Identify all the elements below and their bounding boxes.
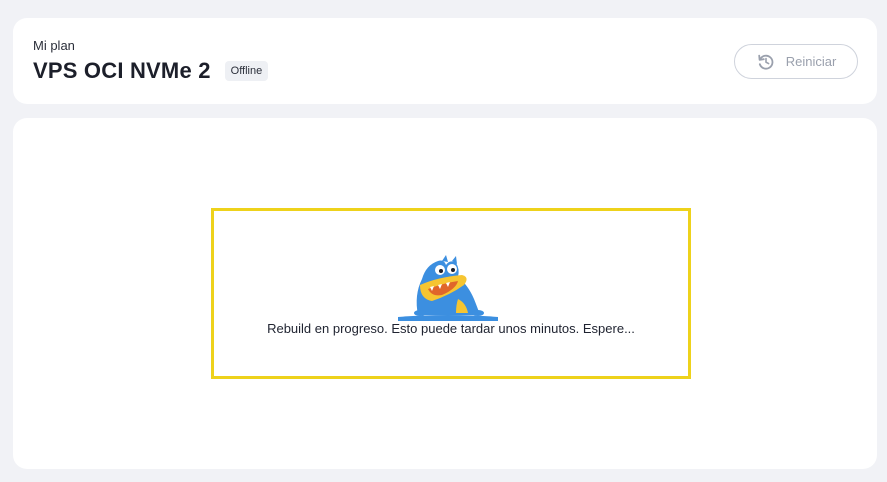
restart-label: Reiniciar <box>785 54 837 69</box>
main-content-card: Rebuild en progreso. Esto puede tardar u… <box>13 118 877 469</box>
plan-header-card: Mi plan VPS OCI NVMe 2 Offline Reiniciar <box>13 18 877 104</box>
gator-mascot-icon <box>398 255 498 321</box>
status-badge: Offline <box>224 61 269 81</box>
restart-button[interactable]: Reiniciar <box>734 44 858 79</box>
progress-message: Rebuild en progreso. Esto puede tardar u… <box>267 321 635 336</box>
rebuild-progress-panel: Rebuild en progreso. Esto puede tardar u… <box>211 208 691 379</box>
restart-icon <box>756 52 776 72</box>
plan-title-row: VPS OCI NVMe 2 Offline <box>33 58 269 84</box>
plan-subtitle: Mi plan <box>33 38 75 53</box>
page-title: VPS OCI NVMe 2 <box>33 58 211 83</box>
